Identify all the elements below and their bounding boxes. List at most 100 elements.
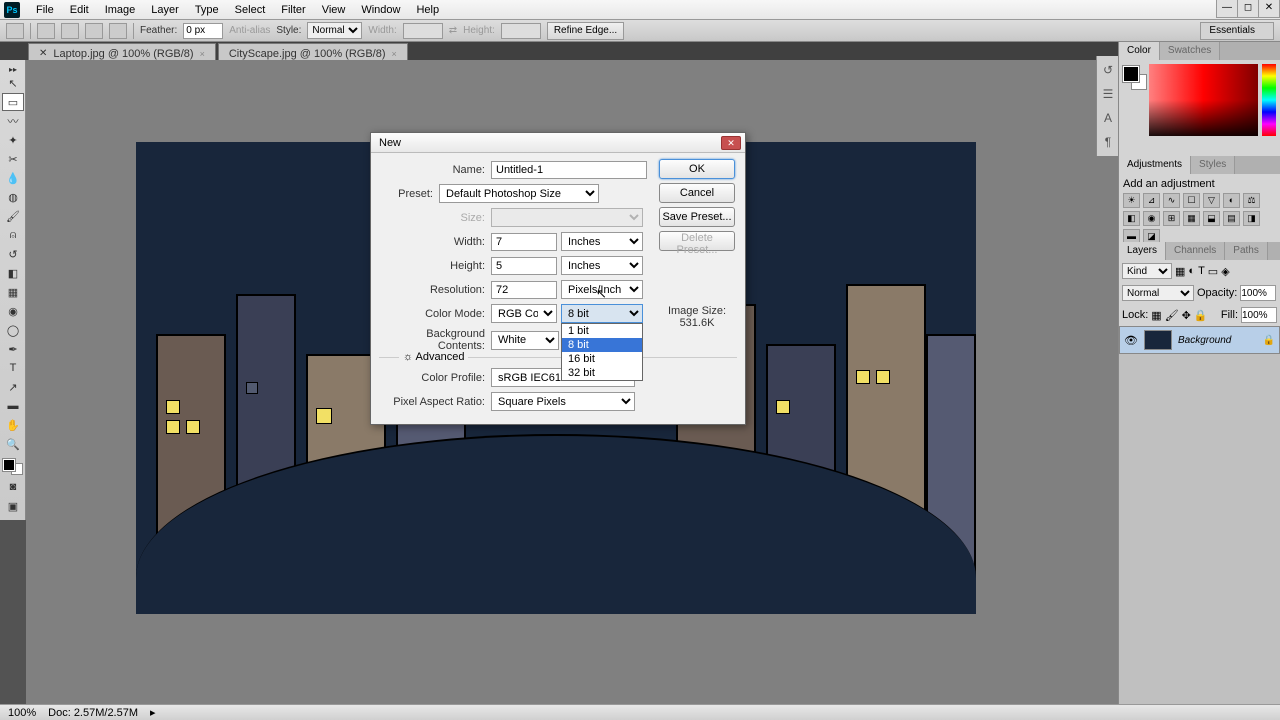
- channel-mixer-icon[interactable]: ⊞: [1163, 211, 1180, 226]
- dialog-titlebar[interactable]: New ✕: [371, 133, 745, 153]
- stamp-tool[interactable]: ⍝: [2, 226, 24, 244]
- doc-info[interactable]: Doc: 2.57M/2.57M: [48, 707, 138, 719]
- color-swatches[interactable]: [2, 457, 24, 477]
- text-tool[interactable]: T: [2, 359, 24, 377]
- color-spectrum[interactable]: [1149, 64, 1258, 136]
- add-selection-icon[interactable]: [61, 23, 79, 39]
- screenmode-tool[interactable]: ▣: [2, 497, 24, 515]
- zoom-value[interactable]: 100%: [8, 707, 36, 719]
- path-tool[interactable]: ↗: [2, 378, 24, 396]
- filter-shape-icon[interactable]: ▭: [1208, 265, 1218, 278]
- menu-image[interactable]: Image: [97, 4, 144, 16]
- hue-icon[interactable]: ◐: [1223, 193, 1240, 208]
- menu-view[interactable]: View: [314, 4, 354, 16]
- lock-paint-icon[interactable]: 🖌: [1165, 309, 1179, 322]
- colormode-select[interactable]: RGB Color: [491, 304, 557, 323]
- opacity-input[interactable]: [1240, 285, 1276, 301]
- feather-input[interactable]: [183, 23, 223, 39]
- layer-thumbnail[interactable]: [1144, 330, 1172, 350]
- channels-tab[interactable]: Channels: [1166, 242, 1225, 260]
- tool-preset-icon[interactable]: [6, 23, 24, 39]
- menu-select[interactable]: Select: [227, 4, 274, 16]
- menu-filter[interactable]: Filter: [273, 4, 313, 16]
- resolution-unit-select[interactable]: Pixels/Inch: [561, 280, 643, 299]
- brightness-icon[interactable]: ☀: [1123, 193, 1140, 208]
- menu-type[interactable]: Type: [187, 4, 227, 16]
- history-icon[interactable]: ↺: [1098, 60, 1118, 80]
- bitdepth-select[interactable]: 8 bit: [561, 304, 643, 323]
- maximize-button[interactable]: ◻: [1237, 0, 1259, 18]
- filter-pixel-icon[interactable]: ▦: [1175, 265, 1185, 278]
- eraser-tool[interactable]: ◧: [2, 264, 24, 282]
- menu-layer[interactable]: Layer: [143, 4, 187, 16]
- move-tool[interactable]: ↖: [2, 74, 24, 92]
- lasso-tool[interactable]: 〰: [2, 112, 24, 130]
- filter-kind-select[interactable]: Kind: [1122, 263, 1172, 279]
- quickmask-tool[interactable]: ◙: [2, 478, 24, 496]
- advanced-label[interactable]: ☼ Advanced: [399, 351, 468, 363]
- ok-button[interactable]: OK: [659, 159, 735, 179]
- color-tab[interactable]: Color: [1119, 42, 1160, 60]
- menu-file[interactable]: File: [28, 4, 62, 16]
- gradient-tool[interactable]: ▦: [2, 283, 24, 301]
- adjustments-tab[interactable]: Adjustments: [1119, 156, 1191, 174]
- minimize-button[interactable]: —: [1216, 0, 1238, 18]
- depth-option[interactable]: 32 bit: [562, 366, 642, 380]
- new-selection-icon[interactable]: [37, 23, 55, 39]
- posterize-icon[interactable]: ▤: [1223, 211, 1240, 226]
- name-input[interactable]: [491, 161, 647, 179]
- dodge-tool[interactable]: ◯: [2, 321, 24, 339]
- workspace-switcher[interactable]: Essentials: [1200, 22, 1274, 40]
- crop-tool[interactable]: ✂: [2, 150, 24, 168]
- menu-help[interactable]: Help: [408, 4, 447, 16]
- height-input[interactable]: [491, 257, 557, 275]
- bitdepth-dropdown[interactable]: 1 bit 8 bit 16 bit 32 bit: [561, 323, 643, 381]
- lock-trans-icon[interactable]: ▦: [1151, 309, 1161, 322]
- height-unit-select[interactable]: Inches: [561, 256, 643, 275]
- pixelaspect-select[interactable]: Square Pixels: [491, 392, 635, 411]
- panel-swatches[interactable]: [1123, 64, 1145, 152]
- shape-tool[interactable]: ▬: [2, 397, 24, 415]
- collapse-icon[interactable]: ▸▸: [2, 65, 24, 73]
- menu-window[interactable]: Window: [353, 4, 408, 16]
- filter-adj-icon[interactable]: ◐: [1188, 265, 1195, 277]
- filter-text-icon[interactable]: T: [1198, 265, 1205, 277]
- preset-select[interactable]: Default Photoshop Size: [439, 184, 599, 203]
- bw-icon[interactable]: ◧: [1123, 211, 1140, 226]
- blur-tool[interactable]: ◉: [2, 302, 24, 320]
- width-unit-select[interactable]: Inches: [561, 232, 643, 251]
- cancel-button[interactable]: Cancel: [659, 183, 735, 203]
- close-button[interactable]: ✕: [1258, 0, 1280, 18]
- subtract-selection-icon[interactable]: [85, 23, 103, 39]
- brush-tool[interactable]: 🖌: [2, 207, 24, 225]
- threshold-icon[interactable]: ◨: [1243, 211, 1260, 226]
- swatches-tab[interactable]: Swatches: [1160, 42, 1220, 60]
- style-select[interactable]: Normal: [307, 22, 362, 39]
- photo-filter-icon[interactable]: ◉: [1143, 211, 1160, 226]
- lookup-icon[interactable]: ▦: [1183, 211, 1200, 226]
- curves-icon[interactable]: ∿: [1163, 193, 1180, 208]
- layers-tab[interactable]: Layers: [1119, 242, 1166, 260]
- exposure-icon[interactable]: ☐: [1183, 193, 1200, 208]
- layer-row[interactable]: 👁 Background 🔒: [1119, 326, 1280, 354]
- dialog-close-button[interactable]: ✕: [721, 136, 741, 150]
- bgcontents-select[interactable]: White: [491, 331, 559, 350]
- heal-tool[interactable]: ◍: [2, 188, 24, 206]
- menu-edit[interactable]: Edit: [62, 4, 97, 16]
- zoom-tool[interactable]: 🔍: [2, 435, 24, 453]
- refine-edge-button[interactable]: Refine Edge...: [547, 22, 624, 40]
- intersect-selection-icon[interactable]: [109, 23, 127, 39]
- lock-all-icon[interactable]: 🔒: [1194, 309, 1208, 322]
- styles-tab[interactable]: Styles: [1191, 156, 1235, 174]
- paths-tab[interactable]: Paths: [1225, 242, 1268, 260]
- pen-tool[interactable]: ✒: [2, 340, 24, 358]
- character-icon[interactable]: A: [1098, 108, 1118, 128]
- resolution-input[interactable]: [491, 281, 557, 299]
- levels-icon[interactable]: ⊿: [1143, 193, 1160, 208]
- wand-tool[interactable]: ✦: [2, 131, 24, 149]
- colorbalance-icon[interactable]: ⚖: [1243, 193, 1260, 208]
- history-brush-tool[interactable]: ↺: [2, 245, 24, 263]
- layer-name[interactable]: Background: [1178, 335, 1231, 346]
- depth-option[interactable]: 1 bit: [562, 324, 642, 338]
- blendmode-select[interactable]: Normal: [1122, 285, 1194, 301]
